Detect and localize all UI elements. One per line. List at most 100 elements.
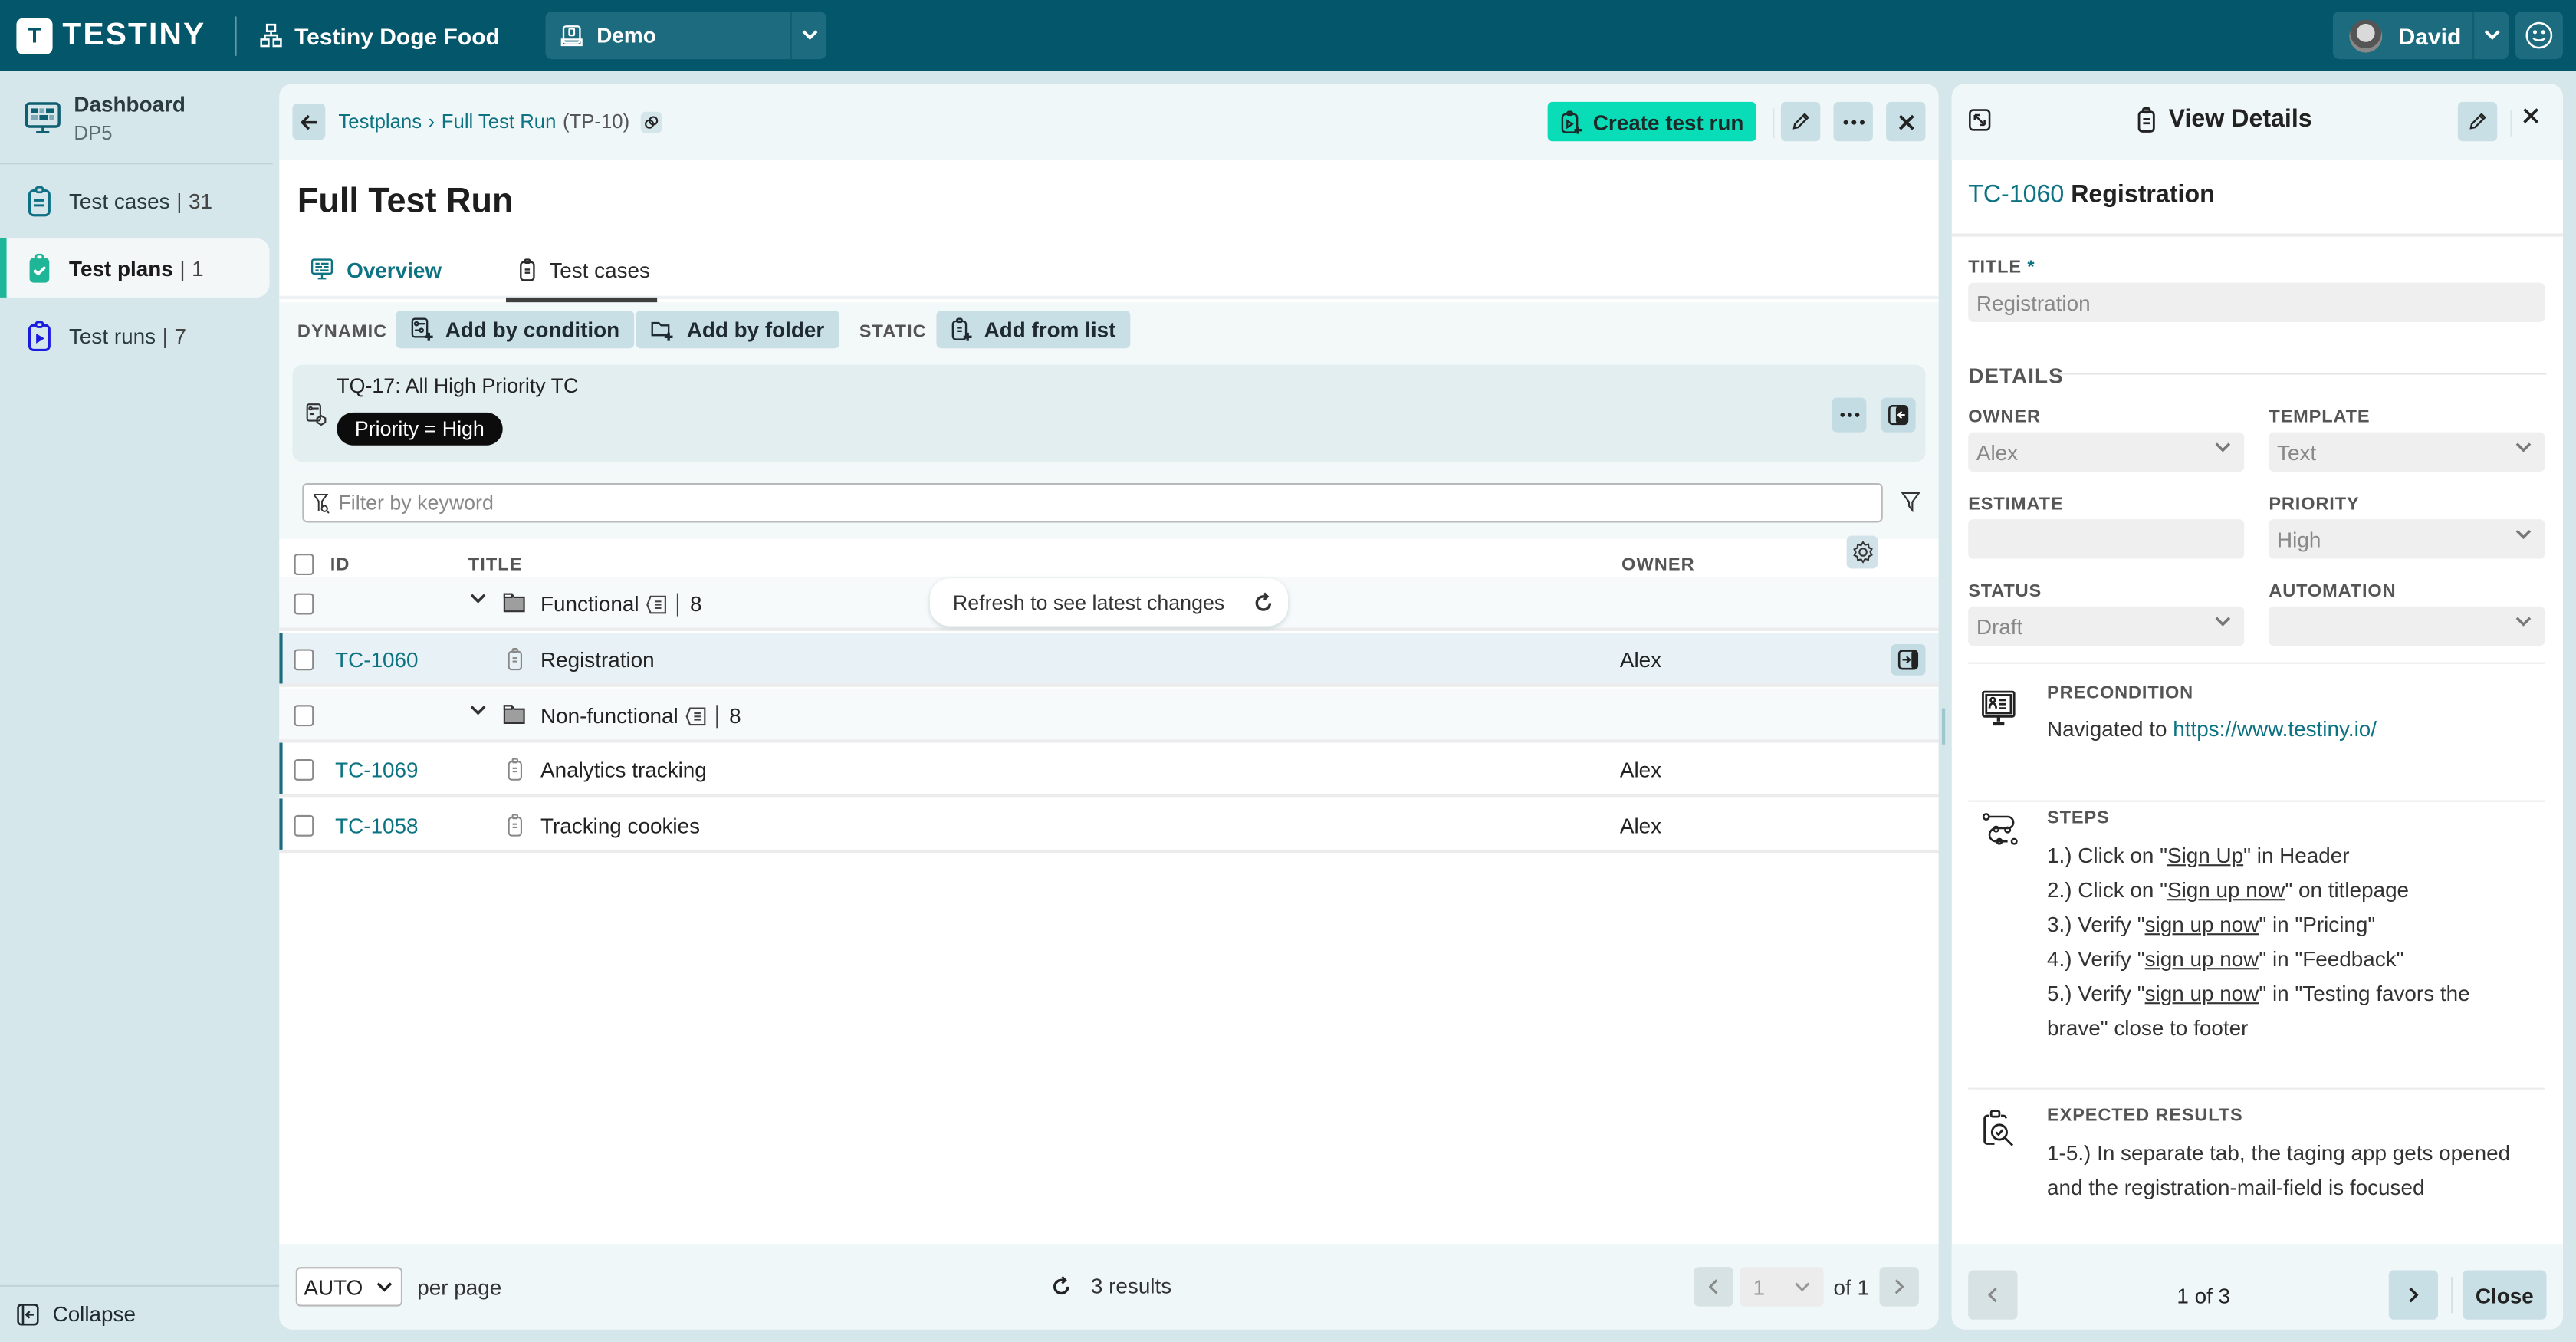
dashboard-label: Dashboard <box>74 92 186 117</box>
user-dropdown-toggle[interactable] <box>2472 12 2509 60</box>
advanced-filter-button[interactable] <box>1901 492 1921 521</box>
template-select[interactable]: Text <box>2269 432 2545 472</box>
open-details-button[interactable] <box>1891 644 1926 676</box>
close-icon[interactable] <box>2522 107 2540 125</box>
divider <box>0 163 273 165</box>
test-case-id[interactable]: TC-1060 <box>335 647 418 672</box>
table-row[interactable]: TC-1069 Analytics tracking Alex <box>279 742 1939 798</box>
column-title[interactable]: TITLE <box>468 555 523 575</box>
main-header: Testplans › Full Test Run (TP-10) Create… <box>279 84 1939 160</box>
sidebar-item-test-plans[interactable]: Test plans | 1 <box>6 238 270 298</box>
breadcrumb-testplans[interactable]: Testplans <box>338 110 422 133</box>
title-field[interactable]: Registration <box>1968 282 2545 323</box>
prev-page-button[interactable] <box>1694 1267 1733 1307</box>
row-checkbox[interactable] <box>294 814 314 837</box>
folder-name: Functional 8 <box>540 591 702 616</box>
per-page-select[interactable]: AUTO <box>295 1267 403 1307</box>
close-button[interactable] <box>1886 101 1926 142</box>
expand-icon[interactable] <box>1968 108 1991 131</box>
breadcrumb-current[interactable]: Full Test Run <box>442 110 557 133</box>
logo[interactable]: T TESTINY <box>16 17 205 54</box>
create-test-run-button[interactable]: Create test run <box>1547 101 1756 142</box>
query-more-button[interactable] <box>1832 397 1867 433</box>
filter-input[interactable]: Filter by keyword <box>302 483 1883 523</box>
automation-select[interactable] <box>2269 606 2545 646</box>
sidebar-item-test-runs[interactable]: Test runs | 7 <box>7 306 270 365</box>
add-by-condition-button[interactable]: Add by condition <box>396 311 635 349</box>
row-checkbox[interactable] <box>294 649 314 671</box>
dashboard-sub: DP5 <box>74 121 113 145</box>
refresh-icon[interactable] <box>1051 1275 1071 1297</box>
row-checkbox[interactable] <box>294 705 314 727</box>
results-info: 3 results <box>1051 1274 1171 1298</box>
test-case-title[interactable]: Tracking cookies <box>540 814 700 838</box>
user-menu[interactable]: David <box>2332 12 2509 60</box>
test-case-title[interactable]: Registration <box>540 647 655 672</box>
organization-name[interactable]: Testiny Doge Food <box>260 22 500 48</box>
add-by-folder-button[interactable]: Add by folder <box>636 311 840 349</box>
back-button[interactable] <box>292 104 326 140</box>
separator <box>715 704 718 728</box>
sidebar-item-label: Test cases <box>69 188 170 213</box>
copy-link-button[interactable] <box>641 110 662 133</box>
tab-test-cases[interactable]: Test cases <box>506 240 658 303</box>
prev-case-button[interactable] <box>1968 1270 2018 1320</box>
more-options-button[interactable] <box>1833 101 1873 142</box>
project-name: Demo <box>596 23 656 48</box>
chevron-down-icon <box>2515 442 2532 452</box>
row-checkbox[interactable] <box>294 593 314 615</box>
tab-bar: Overview Test cases <box>279 240 1939 303</box>
divider <box>1968 800 2545 802</box>
edit-button[interactable] <box>1780 101 1821 142</box>
priority-select[interactable]: High <box>2269 519 2545 559</box>
column-id[interactable]: ID <box>330 555 350 575</box>
edit-details-button[interactable] <box>2457 101 2498 142</box>
test-case-title[interactable]: Analytics tracking <box>540 758 707 782</box>
table-row[interactable]: TC-1060 Registration Alex <box>279 633 1939 687</box>
chevron-down-icon <box>2483 30 2499 41</box>
top-bar: T TESTINY Testiny Doge Food Demo David <box>0 0 2576 71</box>
divider <box>1951 233 2563 237</box>
status-select[interactable]: Draft <box>1968 606 2245 646</box>
chevron-down-icon[interactable] <box>470 705 486 716</box>
project-selector[interactable]: Demo <box>545 12 827 60</box>
test-case-id[interactable]: TC-1069 <box>335 758 418 782</box>
select-all-checkbox[interactable] <box>294 554 314 576</box>
step-element: Sign up now <box>2167 877 2285 903</box>
owner-select[interactable]: Alex <box>1968 432 2245 472</box>
collapse-sidebar-button[interactable]: Collapse <box>16 1301 136 1326</box>
folder-count: 8 <box>689 591 702 617</box>
step-text: " on titlepage <box>2285 877 2410 903</box>
chevron-down-icon <box>2515 617 2532 627</box>
query-collapse-button[interactable] <box>1881 397 1916 433</box>
project-dropdown-toggle[interactable] <box>790 12 826 60</box>
clipboard-icon <box>28 185 51 216</box>
divider <box>2451 1277 2453 1314</box>
next-case-button[interactable] <box>2388 1270 2439 1320</box>
refresh-toast[interactable]: Refresh to see latest changes <box>929 578 1289 627</box>
refresh-icon <box>1255 592 1272 611</box>
table-row[interactable]: TC-1058 Tracking cookies Alex <box>279 798 1939 854</box>
precondition-link[interactable]: https://www.testiny.io/ <box>2173 716 2377 741</box>
test-case-id[interactable]: TC-1058 <box>335 814 418 838</box>
sidebar-item-test-cases[interactable]: Test cases | 31 <box>7 171 270 230</box>
sidebar-item-dashboard[interactable]: Dashboard DP5 <box>0 84 273 163</box>
close-details-button[interactable]: Close <box>2463 1270 2547 1320</box>
estimate-field[interactable] <box>1968 519 2245 559</box>
add-from-list-button[interactable]: Add from list <box>936 311 1131 349</box>
row-checkbox[interactable] <box>294 759 314 781</box>
next-page-button[interactable] <box>1879 1267 1919 1307</box>
pencil-icon <box>2469 113 2486 130</box>
column-owner[interactable]: OWNER <box>1622 555 1695 575</box>
required-marker: * <box>2027 258 2036 278</box>
chevron-down-icon[interactable] <box>470 594 486 605</box>
column-settings-button[interactable] <box>1846 535 1878 569</box>
resize-handle[interactable] <box>1941 708 1946 745</box>
tab-overview[interactable]: Overview <box>310 240 442 299</box>
automation-label: AUTOMATION <box>2269 581 2397 602</box>
folder-row[interactable]: Non-functional 8 <box>279 688 1939 743</box>
page-select[interactable]: 1 <box>1740 1267 1824 1307</box>
feedback-button[interactable] <box>2515 12 2563 60</box>
filter-search-icon <box>313 492 330 513</box>
sidebar-item-label: Test runs <box>69 323 156 348</box>
